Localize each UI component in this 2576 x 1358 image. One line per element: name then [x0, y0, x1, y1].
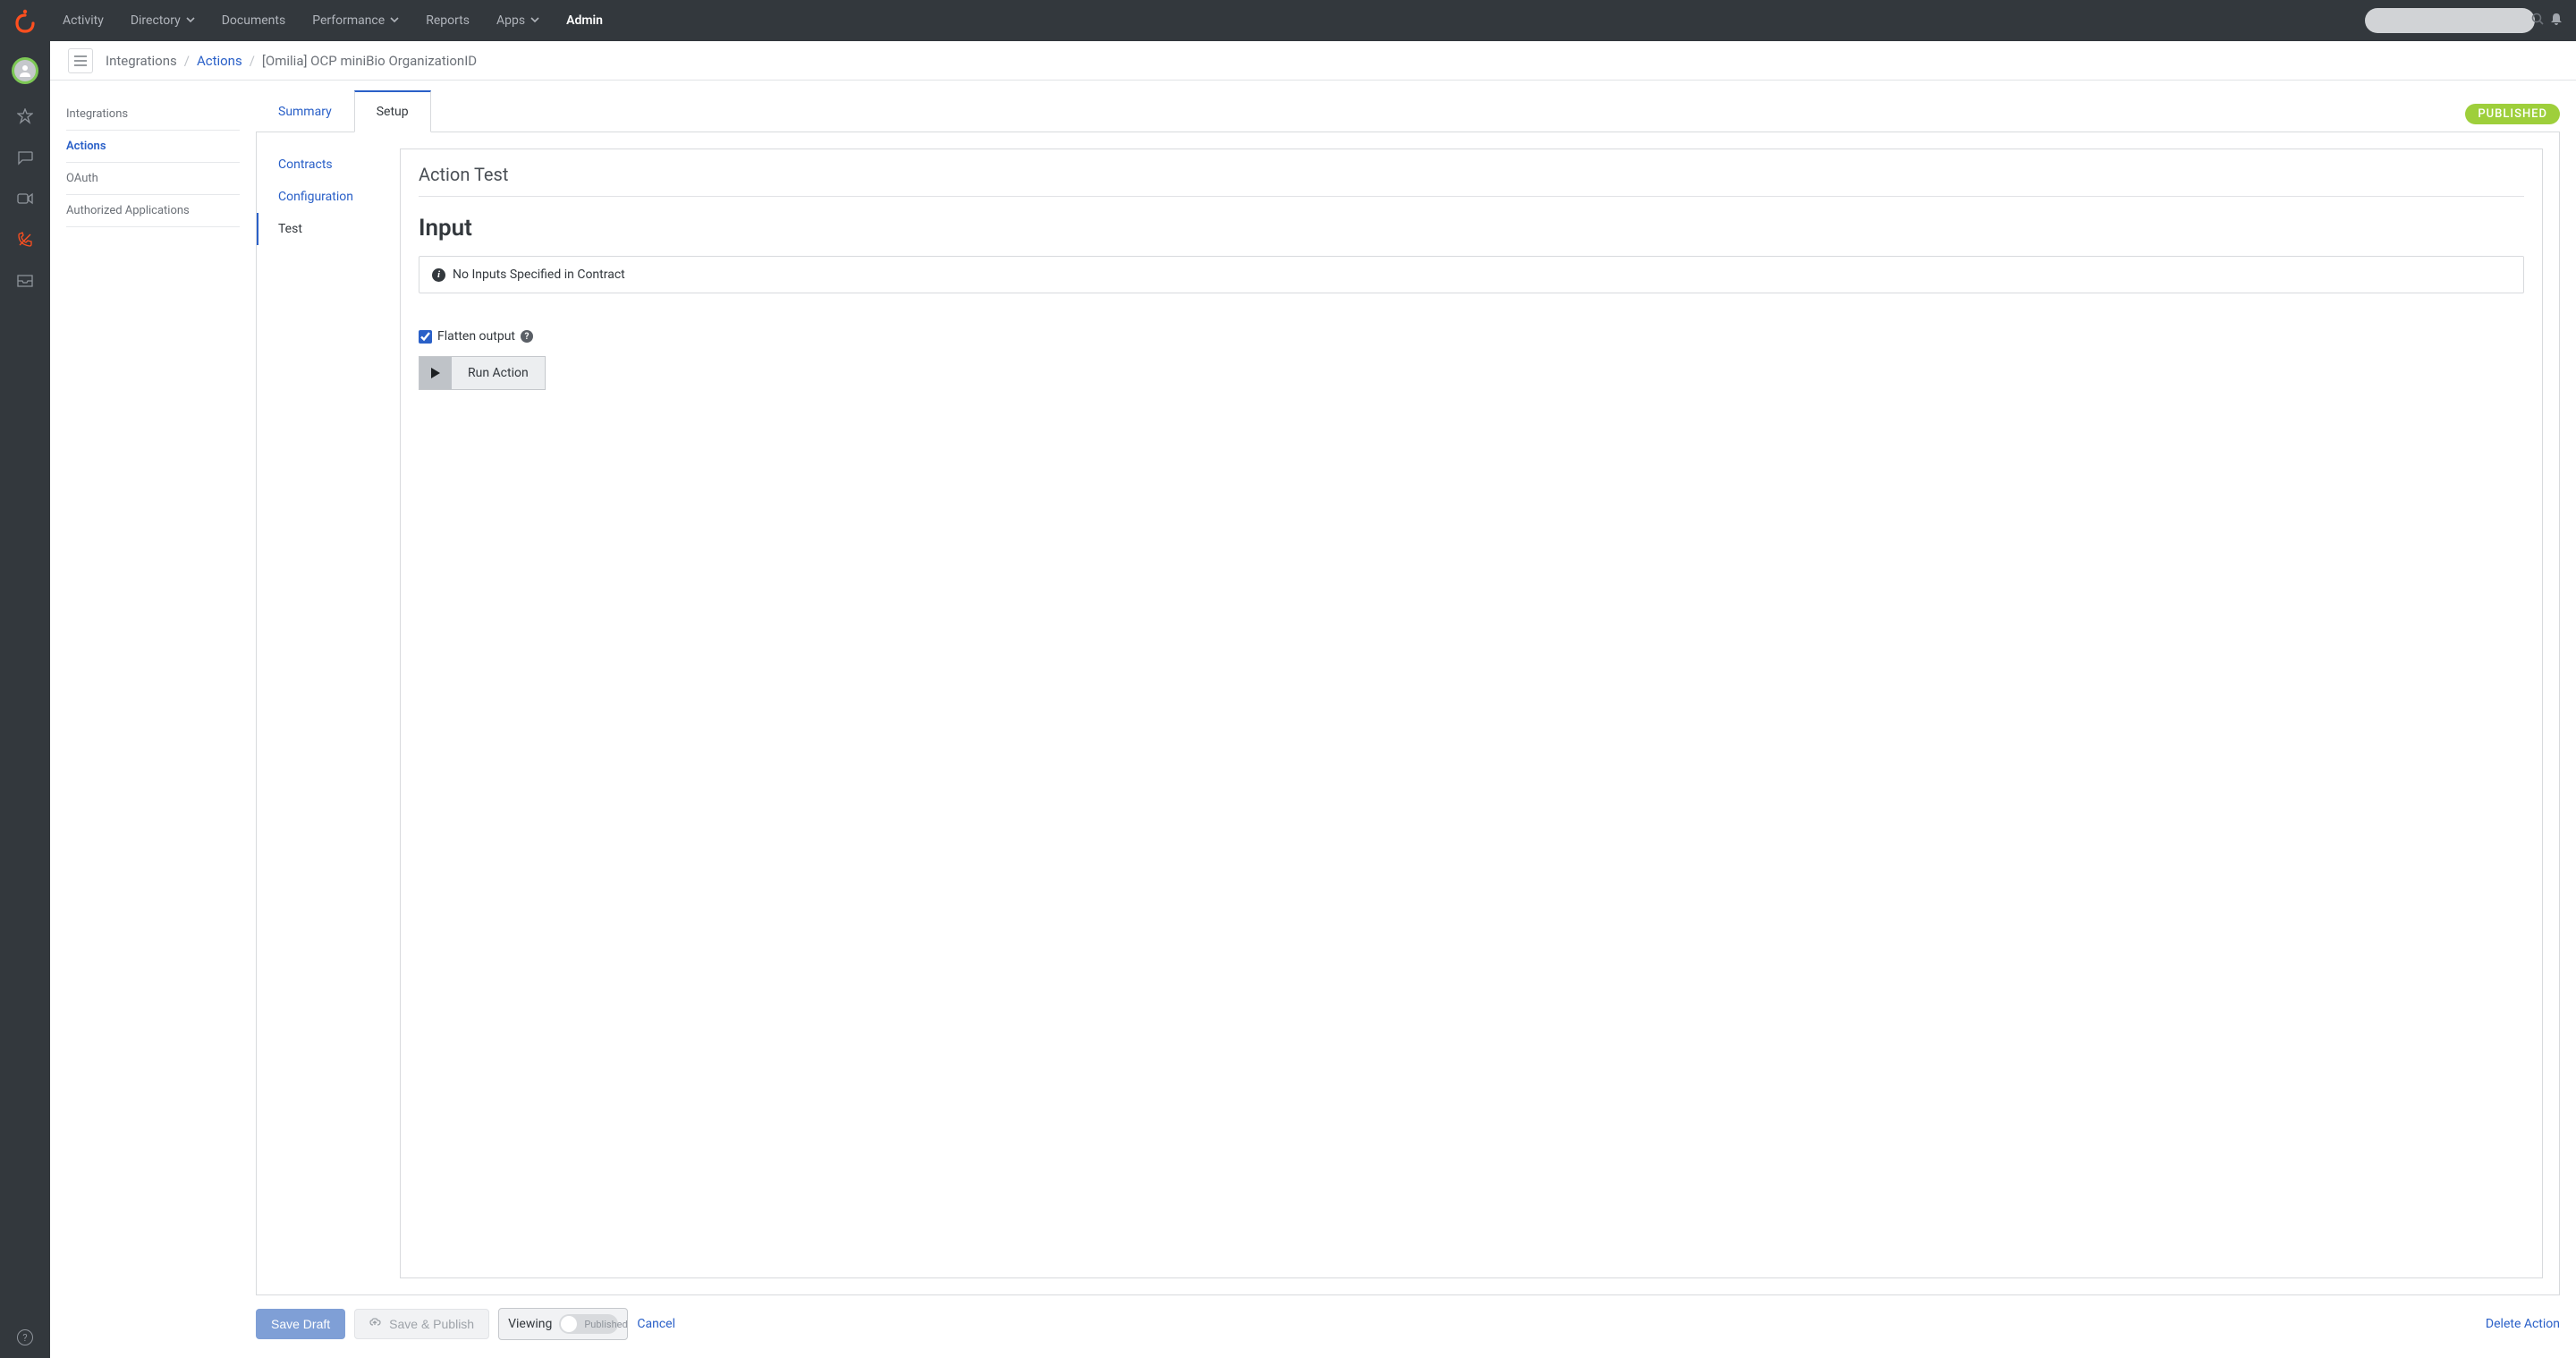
search-input[interactable]: [2374, 14, 2531, 28]
nav-reports[interactable]: Reports: [413, 0, 482, 41]
breadcrumb-current: [Omilia] OCP miniBio OrganizationID: [262, 53, 477, 69]
flatten-help-icon[interactable]: ?: [521, 330, 533, 343]
tab-setup[interactable]: Setup: [354, 90, 431, 132]
info-icon: i: [432, 268, 445, 282]
flatten-output-row: Flatten output ?: [419, 329, 2524, 344]
nav-documents[interactable]: Documents: [209, 0, 298, 41]
top-navbar: Activity Directory Documents Performance…: [0, 0, 2576, 41]
topnav-links: Activity Directory Documents Performance…: [50, 0, 615, 41]
setup-panel: Contracts Configuration Test Action Test…: [256, 132, 2560, 1295]
viewing-toggle[interactable]: Viewing Published: [498, 1308, 628, 1340]
video-icon[interactable]: [16, 190, 34, 208]
secnav-authorized-applications[interactable]: Authorized Applications: [66, 195, 240, 227]
run-action-label: Run Action: [452, 366, 545, 380]
nav-label: Activity: [63, 13, 104, 28]
nav-label: Apps: [496, 13, 525, 28]
nav-admin[interactable]: Admin: [554, 0, 615, 41]
nav-label: Reports: [426, 13, 470, 28]
chevron-down-icon: [530, 13, 539, 28]
viewing-label: Viewing: [508, 1317, 552, 1331]
secnav-actions[interactable]: Actions: [66, 131, 240, 163]
menu-toggle-button[interactable]: [68, 48, 93, 73]
star-icon[interactable]: [16, 107, 34, 125]
topnav-right: [2365, 8, 2569, 33]
chat-icon[interactable]: [16, 149, 34, 166]
no-inputs-message: i No Inputs Specified in Contract: [419, 256, 2524, 293]
nav-label: Documents: [222, 13, 285, 28]
nav-activity[interactable]: Activity: [50, 0, 116, 41]
secondary-nav: Integrations Actions OAuth Authorized Ap…: [50, 81, 256, 1358]
nav-label: Directory: [131, 13, 181, 28]
chevron-down-icon: [390, 13, 399, 28]
cloud-upload-icon: [369, 1317, 384, 1331]
save-draft-button[interactable]: Save Draft: [256, 1309, 345, 1339]
tab-summary[interactable]: Summary: [256, 91, 354, 132]
action-footer: Save Draft Save & Publish Viewing Publis…: [256, 1295, 2560, 1344]
search-icon: [2531, 13, 2544, 29]
run-action-button[interactable]: Run Action: [419, 356, 546, 390]
breadcrumb-separator: /: [250, 53, 255, 69]
phone-icon[interactable]: [16, 231, 34, 249]
page-content: Summary Setup PUBLISHED Contracts Config…: [256, 81, 2576, 1358]
notifications-icon[interactable]: [2544, 12, 2569, 30]
play-icon: [419, 357, 452, 389]
toggle-knob: [561, 1316, 577, 1332]
panel-body: Action Test Input i No Inputs Specified …: [400, 149, 2543, 1278]
section-heading-input: Input: [419, 215, 2524, 242]
app-logo[interactable]: [0, 0, 50, 41]
avatar[interactable]: [12, 57, 38, 84]
inbox-icon[interactable]: [16, 272, 34, 290]
breadcrumb: Integrations / Actions / [Omilia] OCP mi…: [106, 53, 477, 69]
help-icon[interactable]: ?: [17, 1329, 33, 1345]
subnav-configuration[interactable]: Configuration: [257, 181, 400, 213]
breadcrumb-bar: Integrations / Actions / [Omilia] OCP mi…: [50, 41, 2576, 81]
main-area: Integrations / Actions / [Omilia] OCP mi…: [50, 41, 2576, 1358]
subnav-test[interactable]: Test: [257, 213, 400, 245]
left-sidebar: ?: [0, 41, 50, 1358]
secnav-integrations[interactable]: Integrations: [66, 98, 240, 131]
avatar-image: [14, 60, 36, 81]
breadcrumb-link-actions[interactable]: Actions: [197, 53, 242, 69]
nav-directory[interactable]: Directory: [118, 0, 208, 41]
secnav-oauth[interactable]: OAuth: [66, 163, 240, 195]
global-search[interactable]: [2365, 8, 2535, 33]
toggle-track[interactable]: Published: [559, 1314, 618, 1334]
nav-label: Admin: [566, 13, 603, 28]
tabs: Summary Setup PUBLISHED: [256, 89, 2560, 132]
flatten-output-label: Flatten output: [437, 329, 515, 344]
save-publish-label: Save & Publish: [389, 1317, 474, 1331]
no-inputs-text: No Inputs Specified in Contract: [453, 267, 625, 282]
nav-label: Performance: [312, 13, 385, 28]
chevron-down-icon: [186, 13, 195, 28]
status-badge: PUBLISHED: [2465, 104, 2560, 124]
save-publish-button[interactable]: Save & Publish: [354, 1309, 489, 1339]
flatten-output-checkbox[interactable]: [419, 330, 432, 344]
setup-subnav: Contracts Configuration Test: [257, 132, 400, 1294]
nav-performance[interactable]: Performance: [300, 0, 411, 41]
delete-action-link[interactable]: Delete Action: [2486, 1317, 2560, 1331]
panel-title: Action Test: [419, 164, 2524, 197]
toggle-published-text: Published: [584, 1319, 627, 1330]
subnav-contracts[interactable]: Contracts: [257, 149, 400, 181]
nav-apps[interactable]: Apps: [484, 0, 552, 41]
breadcrumb-root: Integrations: [106, 53, 177, 69]
cancel-link[interactable]: Cancel: [637, 1317, 675, 1331]
breadcrumb-separator: /: [184, 53, 190, 69]
